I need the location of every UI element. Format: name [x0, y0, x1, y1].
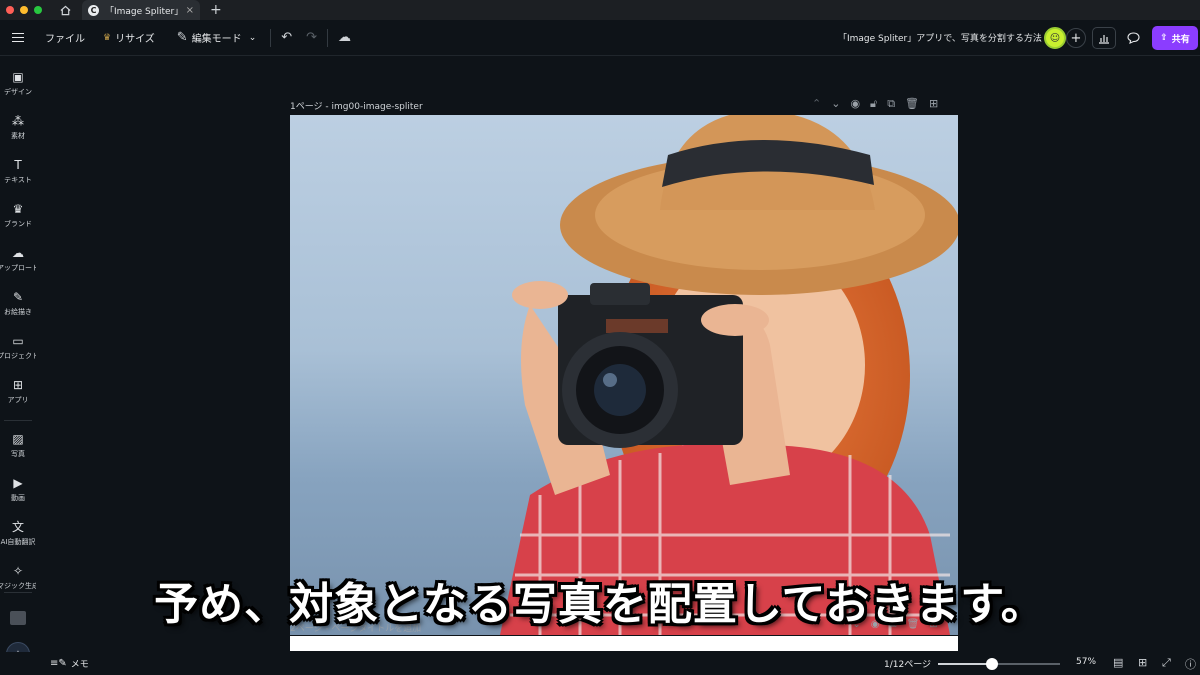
lock-page-icon[interactable]: 🔓︎ — [870, 97, 877, 111]
menu-icon[interactable] — [12, 30, 24, 45]
insights-icon[interactable] — [1092, 27, 1116, 49]
upload-icon: ⇪ — [1160, 33, 1168, 43]
page-title[interactable]: 1ページ - img00-image-spliter — [290, 99, 423, 112]
sidebar-item-layout[interactable]: ▣ デザイン — [0, 70, 36, 97]
sidebar-item-label: アプリ — [7, 396, 29, 404]
sidebar-item-label: 素材 — [11, 132, 25, 140]
folder-icon: ▭ — [12, 334, 24, 348]
apps-icon: ⊞ — [12, 378, 24, 392]
maximize-window-button[interactable] — [34, 6, 42, 14]
sidebar-item-label: お絵描き — [4, 308, 32, 316]
chevron-down-icon: ⌄ — [248, 32, 257, 43]
home-icon[interactable] — [58, 3, 72, 17]
shapes-icon: ⁂ — [12, 114, 24, 128]
share-label: 共有 — [1171, 34, 1190, 45]
text-icon: T — [14, 158, 22, 172]
canva-favicon-icon: C — [88, 4, 99, 16]
file-menu-label: ファイル — [45, 34, 85, 45]
sidebar-item-label: AI自動翻訳 — [0, 538, 36, 546]
translate-icon: 文 — [11, 520, 24, 534]
thumbnail-view-icon[interactable]: ⊞ — [1138, 656, 1147, 669]
add-page-icon[interactable]: ⊞ — [929, 97, 938, 111]
editor-toolbar: ファイル ♛ リサイズ ✎ 編集モード ⌄ ↶ ↷ ☁ 「Image Split… — [0, 20, 1200, 56]
notes-icon: ≡✎ — [50, 658, 67, 669]
browser-tab-active[interactable]: C 「Image Spliter」… × — [82, 0, 200, 20]
sidebar-item-label: デザイン — [4, 88, 32, 96]
sidebar-item-translate[interactable]: 文 AI自動翻訳 — [0, 520, 36, 547]
toolbar-divider — [327, 28, 329, 47]
canva-editor-window: C 「Image Spliter」… × + ファイル ♛ リサイズ ✎ 編集モ… — [0, 0, 1200, 675]
zoom-slider-fill — [938, 663, 992, 665]
add-collaborator-button[interactable]: + — [1066, 28, 1086, 48]
video-subtitle-caption: 予め、対象となる写真を配置しておきます。 — [154, 579, 1046, 630]
sidebar-item-video[interactable]: ▶ 動画 — [0, 476, 36, 503]
sidebar-item-apps[interactable]: ⊞ アプリ — [0, 378, 36, 405]
sidebar-item-label: 動画 — [11, 494, 25, 502]
close-window-button[interactable] — [6, 6, 14, 14]
delete-page-icon[interactable]: 🗑︎ — [905, 97, 919, 111]
sidebar-item-label: テキスト — [4, 176, 32, 184]
sidebar-item-label: ブランド — [4, 220, 32, 228]
sidebar-item-text[interactable]: T テキスト — [0, 158, 36, 185]
pencil-icon: ✎ — [176, 30, 188, 45]
sidebar-item-label: プロジェクト — [0, 352, 39, 360]
fullscreen-icon[interactable]: ⤢ — [1162, 656, 1171, 670]
tab-title: 「Image Spliter」… — [105, 6, 180, 17]
file-menu-button[interactable]: ファイル — [45, 30, 85, 45]
video-icon: ▶ — [13, 476, 23, 490]
cloud-upload-icon: ☁ — [12, 246, 24, 260]
toolbar-divider — [270, 28, 272, 47]
new-tab-button[interactable]: + — [210, 2, 222, 18]
sidebar-item-draw[interactable]: ✎ お絵描き — [0, 290, 36, 317]
comment-icon[interactable] — [1121, 27, 1145, 49]
browser-tab-strip: C 「Image Spliter」… × + — [0, 0, 1200, 20]
page-tools: ⌃ ⌄ ◉ 🔓︎ ⧉ 🗑︎ ⊞ — [812, 97, 938, 111]
page-counter[interactable]: 1/12ページ — [884, 657, 931, 670]
sidebar-item-label: アップロード — [0, 264, 39, 272]
sidebar-item-brand[interactable]: ♛ ブランド — [0, 202, 36, 229]
zoom-slider[interactable] — [938, 658, 1060, 670]
photo-icon: ▨ — [12, 432, 24, 446]
help-icon[interactable]: ⓘ — [1185, 656, 1196, 672]
redo-icon[interactable]: ↷ — [306, 30, 317, 45]
resize-button[interactable]: ♛ リサイズ — [103, 30, 155, 46]
sidebar-item-label: 写真 — [11, 450, 25, 458]
zoom-slider-handle[interactable] — [985, 658, 998, 670]
duplicate-page-icon[interactable]: ⧉ — [887, 97, 895, 111]
document-title[interactable]: 「Image Spliter」アプリで、写真を分割する方法 — [838, 31, 1042, 44]
edit-mode-dropdown[interactable]: ✎ 編集モード ⌄ — [177, 30, 256, 45]
sidebar-item-folder[interactable]: ▭ プロジェクト — [0, 334, 39, 361]
user-avatar[interactable]: ☺ — [1044, 27, 1066, 49]
hide-page-icon[interactable]: ◉ — [850, 97, 860, 111]
page-1-canvas-photo[interactable] — [290, 115, 958, 635]
notes-label: メモ — [70, 660, 89, 670]
move-page-up-icon[interactable]: ⌃ — [812, 97, 821, 111]
layout-icon: ▣ — [12, 70, 24, 84]
page-2-canvas[interactable] — [290, 636, 958, 651]
move-page-down-icon[interactable]: ⌄ — [831, 97, 840, 111]
window-controls — [6, 6, 42, 14]
sidebar-item-shapes[interactable]: ⁂ 素材 — [0, 114, 36, 141]
minimize-window-button[interactable] — [20, 6, 28, 14]
crown-icon: ♛ — [103, 32, 112, 43]
notes-button[interactable]: ≡✎ メモ — [50, 657, 89, 670]
sidebar-item-cloud-upload[interactable]: ☁ アップロード — [0, 246, 39, 273]
photo-girl-with-camera — [290, 115, 958, 635]
grid-view-icon[interactable]: ▤ — [1113, 656, 1123, 669]
sidebar-divider — [4, 420, 32, 421]
edit-mode-label: 編集モード — [191, 34, 242, 45]
zoom-percentage[interactable]: 57% — [1076, 657, 1096, 667]
resize-label: リサイズ — [115, 34, 155, 45]
sidebar-item-photo[interactable]: ▨ 写真 — [0, 432, 36, 459]
share-button[interactable]: ⇪ 共有 — [1152, 26, 1198, 50]
undo-icon[interactable]: ↶ — [281, 30, 292, 45]
brand-icon: ♛ — [12, 202, 24, 216]
tab-close-icon[interactable]: × — [186, 5, 194, 16]
cloud-sync-icon[interactable]: ☁ — [338, 30, 351, 45]
editor-bottom-bar: ≡✎ メモ 1/12ページ 57% ▤ ⊞ ⤢ ⓘ — [0, 652, 1200, 675]
draw-icon: ✎ — [12, 290, 24, 304]
